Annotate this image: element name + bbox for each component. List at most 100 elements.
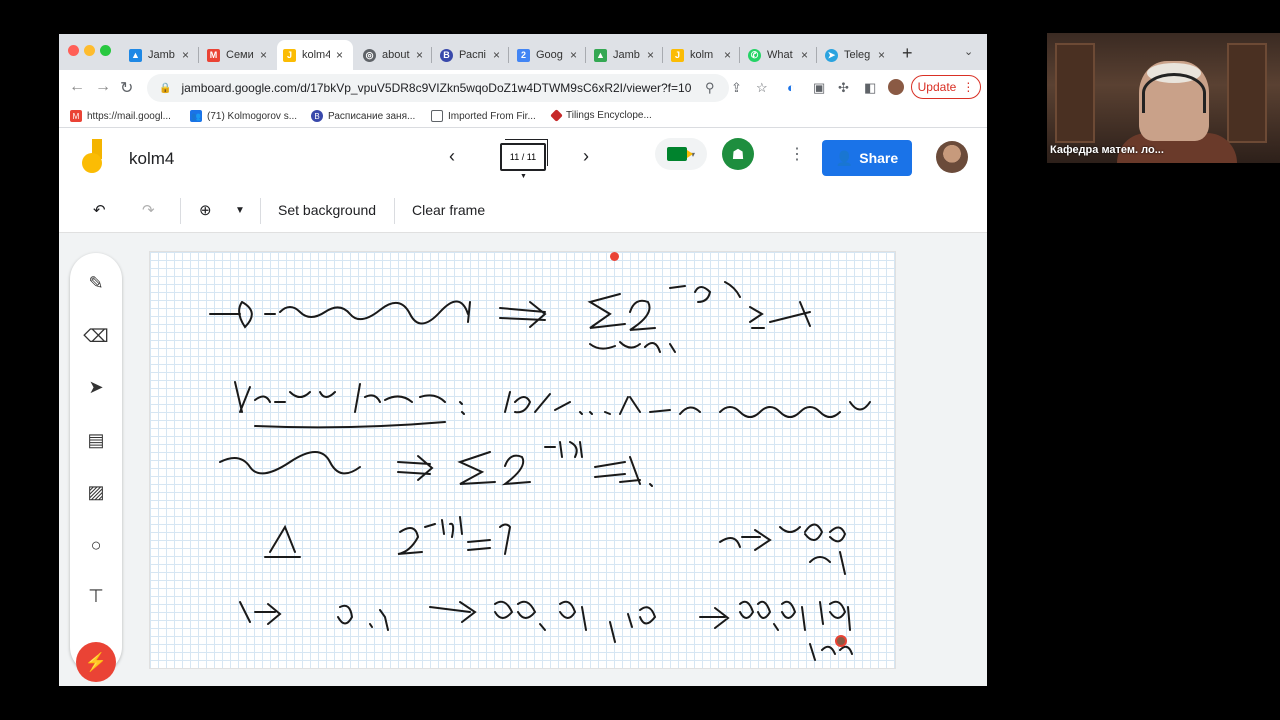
- gmail-icon: M: [70, 110, 82, 122]
- close-icon[interactable]: ×: [878, 48, 885, 62]
- lock-icon: 🔒: [159, 82, 172, 94]
- user-avatar[interactable]: [936, 141, 968, 173]
- close-icon[interactable]: ×: [260, 48, 267, 62]
- bookmark-label: (71) Kolmogorov s...: [207, 110, 298, 122]
- workspace: ✎ ⌫ ➤ ▤ ▨ ○ ⊤ ⚡: [59, 233, 987, 686]
- video-tile: Кафедра матем. ло...: [1047, 33, 1280, 163]
- zoom-icon[interactable]: ⊕: [199, 201, 212, 219]
- tab-7[interactable]: J kolm ×: [665, 40, 737, 70]
- share-button[interactable]: 👤 Share: [822, 140, 912, 176]
- toolbar-divider: [394, 198, 395, 224]
- tab-label: about: [382, 49, 410, 61]
- telegram-icon: ➤: [825, 48, 838, 62]
- close-icon[interactable]: ×: [493, 48, 500, 62]
- maximize-window-button[interactable]: [100, 45, 111, 56]
- jamboard-header: kolm4 ‹ 11 / 11 ▼ › ▾ ☗ ⋮ 👤 Share: [59, 129, 987, 189]
- tab-bar: ▲ Jamb × M Семи × J kolm4 × ◎ about × В …: [59, 34, 987, 70]
- tab-search-chevron-icon[interactable]: ⌄: [964, 45, 973, 58]
- frame-bar-toggle[interactable]: 11 / 11: [500, 139, 548, 171]
- zoom-icon[interactable]: ⚲: [705, 80, 715, 96]
- tab-5[interactable]: 2 Goog ×: [511, 40, 583, 70]
- eraser-icon[interactable]: ⌫: [83, 323, 109, 349]
- previous-frame-chevron-icon[interactable]: ‹: [449, 146, 455, 167]
- handwriting-strokes: [209, 281, 871, 661]
- bookmark-0[interactable]: M https://mail.googl...: [70, 110, 171, 122]
- image-icon[interactable]: ▨: [83, 479, 109, 505]
- extension-avatar-icon[interactable]: ☗: [722, 138, 754, 170]
- toolbar-divider: [180, 198, 181, 224]
- sticky-note-icon[interactable]: ▤: [83, 427, 109, 453]
- forward-arrow-icon[interactable]: →: [95, 78, 111, 96]
- bookmark-label: https://mail.googl...: [87, 110, 171, 122]
- schedule-icon: В: [311, 110, 323, 122]
- share-page-icon[interactable]: ⇪: [731, 80, 742, 96]
- close-icon[interactable]: ×: [647, 48, 654, 62]
- next-frame-chevron-icon[interactable]: ›: [583, 146, 589, 167]
- update-label: Update: [917, 80, 957, 94]
- tab-3[interactable]: ◎ about ×: [357, 40, 429, 70]
- jamboard-icon: J: [283, 48, 296, 62]
- close-icon[interactable]: ×: [182, 48, 189, 62]
- bookmark-3[interactable]: Imported From Fir...: [431, 110, 536, 122]
- tab-8[interactable]: ✆ What ×: [742, 40, 814, 70]
- bookmark-1[interactable]: 👥 (71) Kolmogorov s...: [190, 110, 297, 122]
- profile-avatar-icon[interactable]: [888, 79, 904, 95]
- participant-cursor-avatar: [835, 635, 847, 647]
- url-text: jamboard.google.com/d/17bkVp_vpuV5DR8c9V…: [181, 81, 692, 95]
- extensions-puzzle-icon[interactable]: ✣: [838, 80, 849, 96]
- select-pointer-icon[interactable]: ➤: [83, 374, 109, 400]
- extension-badge-icon[interactable]: ▣: [813, 80, 825, 96]
- schedule-icon: В: [440, 48, 453, 62]
- tab-4[interactable]: В Распі ×: [434, 40, 506, 70]
- close-icon[interactable]: ×: [336, 48, 343, 62]
- more-options-icon[interactable]: ⋮: [789, 144, 805, 164]
- bookshelf-background: [1227, 43, 1267, 143]
- close-icon[interactable]: ×: [724, 48, 731, 62]
- zoom-dropdown-chevron-icon[interactable]: ▼: [235, 205, 245, 216]
- tab-separator: [816, 47, 817, 63]
- set-background-button[interactable]: Set background: [278, 202, 376, 218]
- tab-label: Jamb: [613, 49, 640, 61]
- reload-icon[interactable]: ↻: [120, 78, 133, 98]
- calendar-icon: 2: [517, 48, 530, 62]
- tab-2-active[interactable]: J kolm4 ×: [277, 40, 353, 70]
- update-button[interactable]: Update ⋮: [911, 75, 981, 99]
- bookmark-2[interactable]: В Расписание заня...: [311, 110, 415, 122]
- laser-pointer-button[interactable]: ⚡: [76, 642, 116, 682]
- jamboard-logo-icon: [82, 139, 106, 173]
- pen-icon[interactable]: ✎: [83, 270, 109, 296]
- whatsapp-icon: ✆: [748, 48, 761, 62]
- frame-bar-caret-icon[interactable]: ▼: [520, 173, 527, 180]
- tab-separator: [739, 47, 740, 63]
- tab-9[interactable]: ➤ Teleg ×: [819, 40, 891, 70]
- tab-separator: [585, 47, 586, 63]
- tab-label: Goog: [536, 49, 563, 61]
- tool-palette: ✎ ⌫ ➤ ▤ ▨ ○ ⊤ ⚡: [70, 253, 122, 682]
- tab-0[interactable]: ▲ Jamb ×: [123, 40, 195, 70]
- tab-6[interactable]: ▲ Jamb ×: [588, 40, 660, 70]
- text-box-icon[interactable]: ⊤: [83, 583, 109, 609]
- redo-icon[interactable]: ↷: [142, 201, 155, 219]
- jamboard-icon: ▲: [129, 48, 142, 62]
- new-tab-button[interactable]: +: [902, 43, 913, 64]
- meet-button[interactable]: ▾: [655, 138, 707, 170]
- minimize-window-button[interactable]: [84, 45, 95, 56]
- url-field[interactable]: 🔒 jamboard.google.com/d/17bkVp_vpuV5DR8c…: [147, 74, 729, 102]
- jam-canvas[interactable]: [149, 251, 896, 669]
- back-arrow-icon[interactable]: ←: [69, 78, 85, 96]
- close-icon[interactable]: ×: [570, 48, 577, 62]
- bookmark-star-icon[interactable]: ☆: [756, 80, 768, 96]
- frame-indicator: 11 / 11: [509, 152, 537, 162]
- circle-shape-icon[interactable]: ○: [83, 532, 109, 558]
- bookmark-label: Расписание заня...: [328, 110, 416, 122]
- document-title[interactable]: kolm4: [129, 149, 174, 169]
- undo-icon[interactable]: ↶: [93, 201, 106, 219]
- clear-frame-button[interactable]: Clear frame: [412, 202, 485, 218]
- close-icon[interactable]: ×: [801, 48, 808, 62]
- bookmark-4[interactable]: Tilings Encyclope...: [550, 109, 652, 122]
- close-window-button[interactable]: [68, 45, 79, 56]
- side-panel-icon[interactable]: ◧: [864, 80, 876, 96]
- ukraine-extension-icon[interactable]: ◐: [787, 80, 795, 95]
- tab-1[interactable]: M Семи ×: [201, 40, 273, 70]
- close-icon[interactable]: ×: [416, 48, 423, 62]
